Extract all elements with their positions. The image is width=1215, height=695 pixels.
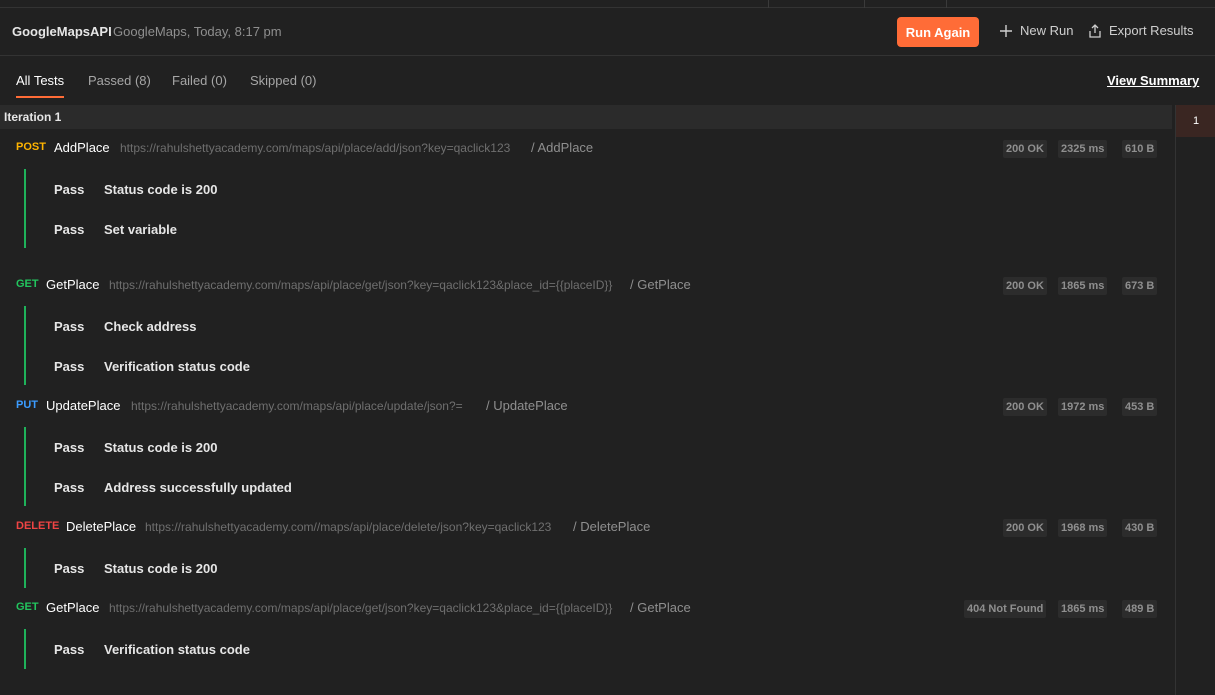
test-status: Pass	[54, 222, 85, 237]
tests-bar	[24, 169, 26, 248]
request-url: https://rahulshettyacademy.com/maps/api/…	[109, 601, 613, 615]
iteration-label: Iteration 1	[4, 110, 62, 124]
iteration-sidebar: 1	[1175, 105, 1215, 695]
test-status: Pass	[54, 440, 85, 455]
test-name: Verification status code	[104, 359, 250, 374]
tab-passed[interactable]: Passed (8)	[88, 73, 151, 96]
test-name: Check address	[104, 319, 197, 334]
runner-header: GoogleMapsAPI GoogleMaps, Today, 8:17 pm…	[0, 9, 1215, 56]
export-results-button[interactable]: Export Results	[1088, 23, 1194, 38]
request-row: DELETE DeletePlace https://rahulshettyac…	[16, 519, 1161, 537]
status-badge: 200 OK	[1003, 519, 1047, 537]
status-badge: 200 OK	[1003, 277, 1047, 295]
new-run-label: New Run	[1020, 23, 1074, 38]
method-badge: GET	[16, 278, 39, 290]
time-badge: 2325 ms	[1058, 140, 1108, 158]
tab-divider	[864, 0, 865, 8]
result-tabs: All Tests Passed (8) Failed (0) Skipped …	[0, 57, 1215, 105]
size-badge: 610 B	[1122, 140, 1158, 158]
test-status: Pass	[54, 359, 85, 374]
method-badge: POST	[16, 141, 46, 153]
time-badge: 1972 ms	[1058, 398, 1108, 416]
request-row: GET GetPlace https://rahulshettyacademy.…	[16, 600, 1161, 618]
request-row: POST AddPlace https://rahulshettyacademy…	[16, 140, 1161, 158]
tab-failed[interactable]: Failed (0)	[172, 73, 227, 96]
tests-bar	[24, 629, 26, 669]
status-badge: 200 OK	[1003, 398, 1047, 416]
size-badge: 673 B	[1122, 277, 1158, 295]
request-path: / DeletePlace	[573, 519, 651, 534]
tab-all-tests[interactable]: All Tests	[16, 73, 65, 98]
request-name[interactable]: AddPlace	[54, 140, 110, 155]
test-name: Status code is 200	[104, 182, 218, 197]
time-badge: 1865 ms	[1058, 600, 1108, 618]
request-row: GET GetPlace https://rahulshettyacademy.…	[16, 277, 1161, 295]
tests-bar	[24, 427, 26, 506]
request-row: PUT UpdatePlace https://rahulshettyacade…	[16, 398, 1161, 416]
tab-divider	[946, 0, 947, 8]
tab-divider	[768, 0, 769, 8]
request-name[interactable]: UpdatePlace	[46, 398, 120, 413]
tests-bar	[24, 306, 26, 385]
new-run-button[interactable]: New Run	[999, 23, 1073, 38]
run-again-button[interactable]: Run Again	[897, 17, 979, 47]
test-name: Status code is 200	[104, 440, 218, 455]
request-url: https://rahulshettyacademy.com/maps/api/…	[131, 399, 463, 413]
test-status: Pass	[54, 319, 85, 334]
request-url: https://rahulshettyacademy.com/maps/api/…	[120, 141, 511, 155]
time-badge: 1865 ms	[1058, 277, 1108, 295]
collection-name: GoogleMapsAPI	[12, 24, 112, 39]
tab-skipped[interactable]: Skipped (0)	[250, 73, 316, 96]
export-results-label: Export Results	[1109, 23, 1194, 38]
request-name[interactable]: DeletePlace	[66, 519, 136, 534]
request-path: / AddPlace	[531, 140, 594, 155]
plus-icon	[1000, 24, 1012, 37]
time-badge: 1968 ms	[1058, 519, 1108, 537]
test-name: Set variable	[104, 222, 177, 237]
test-status: Pass	[54, 642, 85, 657]
tests-bar	[24, 548, 26, 588]
test-status: Pass	[54, 182, 85, 197]
method-badge: PUT	[16, 399, 38, 411]
request-url: https://rahulshettyacademy.com//maps/api…	[145, 520, 552, 534]
method-badge: DELETE	[16, 520, 60, 532]
view-summary-link[interactable]: View Summary	[1107, 73, 1199, 88]
method-badge: GET	[16, 601, 39, 613]
top-strip	[0, 0, 1215, 8]
request-url: https://rahulshettyacademy.com/maps/api/…	[109, 278, 613, 292]
iteration-badge[interactable]: 1	[1176, 105, 1215, 137]
export-icon	[1089, 23, 1101, 38]
request-name[interactable]: GetPlace	[46, 600, 99, 615]
test-name: Status code is 200	[104, 561, 218, 576]
size-badge: 489 B	[1122, 600, 1158, 618]
run-meta: GoogleMaps, Today, 8:17 pm	[113, 24, 282, 39]
request-name[interactable]: GetPlace	[46, 277, 99, 292]
test-name: Address successfully updated	[104, 480, 292, 495]
test-name: Verification status code	[104, 642, 250, 657]
request-path: / UpdatePlace	[486, 398, 568, 413]
test-status: Pass	[54, 561, 85, 576]
status-badge: 404 Not Found	[964, 600, 1047, 618]
test-status: Pass	[54, 480, 85, 495]
size-badge: 430 B	[1122, 519, 1158, 537]
iteration-header: Iteration 1	[0, 105, 1172, 129]
size-badge: 453 B	[1122, 398, 1158, 416]
request-path: / GetPlace	[630, 277, 691, 292]
status-badge: 200 OK	[1003, 140, 1047, 158]
request-path: / GetPlace	[630, 600, 691, 615]
